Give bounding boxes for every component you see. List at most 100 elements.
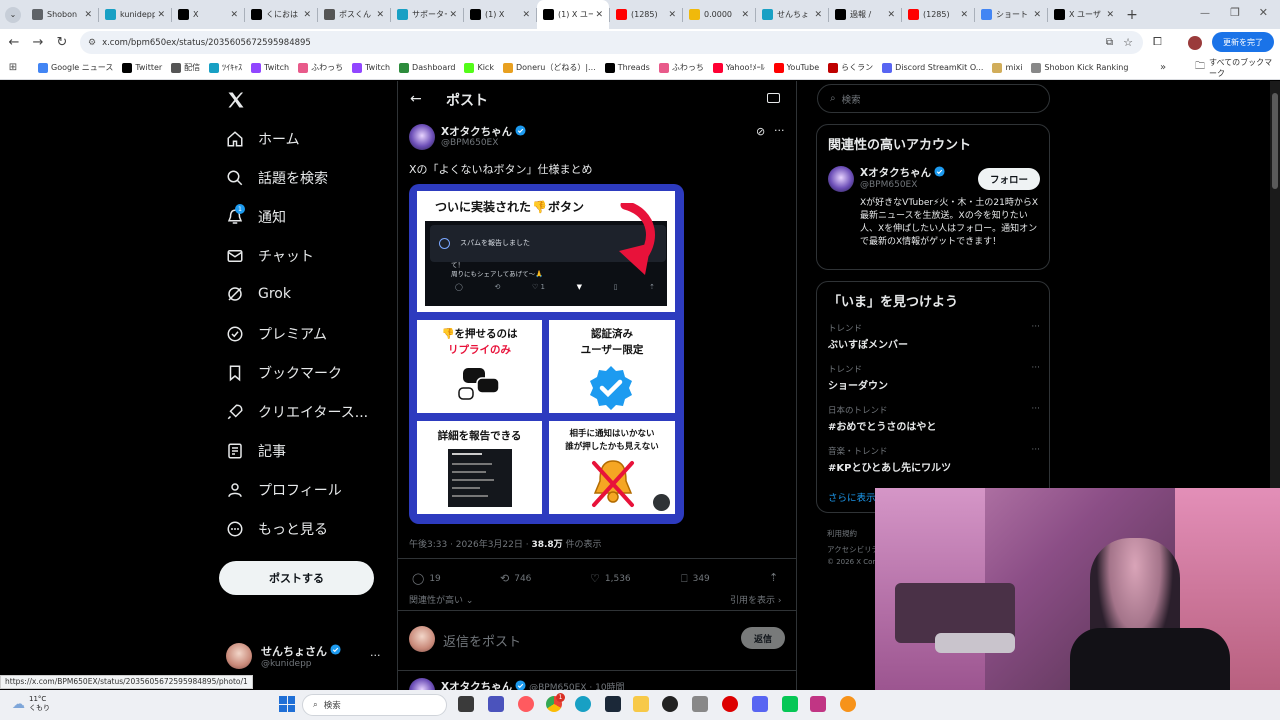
teams-icon[interactable] (488, 696, 504, 712)
apps-icon[interactable]: ⊞ (0, 62, 26, 73)
bookmark-item[interactable]: Google ニュース (38, 62, 113, 73)
browser-tab[interactable]: 過報 / ✕ (829, 0, 901, 29)
trend-item[interactable]: 音楽・トレンド #KPとひとあし先にワルツ ··· (828, 445, 1040, 474)
reader-mode-icon[interactable] (767, 93, 780, 103)
quote-link[interactable]: 引用を表示 › (730, 593, 781, 606)
reply-button[interactable]: 返信 (741, 627, 785, 649)
close-tab-icon[interactable]: ✕ (1106, 10, 1114, 20)
more-icon[interactable]: ··· (1031, 445, 1040, 455)
alt-text-icon[interactable] (653, 494, 670, 511)
nav-item[interactable]: クリエイタース... (226, 402, 368, 422)
maximize-icon[interactable]: ❐ (1230, 6, 1240, 19)
app-icon[interactable] (575, 696, 591, 712)
obs-icon[interactable] (662, 696, 678, 712)
more-icon[interactable]: ··· (1031, 322, 1040, 332)
nav-item[interactable]: ホーム (226, 129, 300, 149)
task-view-icon[interactable] (458, 696, 474, 712)
x-logo-icon[interactable] (226, 90, 246, 110)
forward-button[interactable]: → (26, 35, 50, 50)
nav-item[interactable]: プロフィール (226, 480, 342, 500)
footer-terms[interactable]: 利用規約 (827, 528, 857, 539)
bookmark-item[interactable]: Twitch (352, 62, 390, 73)
grok-icon[interactable]: ⊘ (756, 125, 765, 138)
nav-item[interactable]: Grok (226, 285, 291, 303)
repost-action[interactable]: ⟲ 746 (500, 572, 531, 585)
share-icon[interactable]: ⇡ (769, 571, 778, 584)
bookmark-item[interactable]: Doneru（どねる）|... (502, 62, 596, 73)
browser-tab[interactable]: サポーター✕ (391, 0, 463, 29)
bookmark-item[interactable]: Twitch (251, 62, 289, 73)
search-input[interactable]: 検索 (842, 92, 861, 106)
bookmark-item[interactable]: Twitter (122, 62, 162, 73)
more-icon[interactable]: ··· (1031, 404, 1040, 414)
bookmark-item[interactable]: mixi (992, 62, 1022, 73)
post-button[interactable]: ポストする (219, 561, 374, 595)
bookmark-item[interactable]: Kick (464, 62, 494, 73)
url-field[interactable]: ⚙ x.com/bpm650ex/status/2035605672595984… (80, 31, 1143, 54)
nav-item[interactable]: 記事 (226, 441, 286, 461)
post-timestamp[interactable]: 午後3:33 · 2026年3月22日 · (409, 540, 531, 550)
reload-button[interactable]: ↻ (50, 35, 74, 50)
close-tab-icon[interactable]: ✕ (1033, 10, 1041, 20)
windows-start-icon[interactable] (279, 696, 295, 712)
author-avatar[interactable] (828, 166, 854, 192)
profile-avatar[interactable] (1188, 36, 1202, 50)
author-name[interactable]: Xオタクちゃん (441, 124, 512, 139)
steam-icon[interactable] (605, 696, 621, 712)
bookmark-item[interactable]: Threads (604, 62, 650, 73)
close-tab-icon[interactable]: ✕ (814, 10, 822, 20)
trend-item[interactable]: 日本のトレンド #おめでとうさのはやと ··· (828, 404, 1040, 433)
close-tab-icon[interactable]: ✕ (595, 10, 603, 20)
reply-input[interactable]: 返信をポスト (443, 631, 521, 650)
show-more-link[interactable]: さらに表示 (828, 490, 876, 504)
all-bookmarks[interactable]: 🗀 すべてのブックマーク (1195, 57, 1280, 79)
browser-tab[interactable]: 0.0000 ✕ (683, 0, 755, 29)
close-tab-icon[interactable]: ✕ (84, 10, 92, 20)
bookmark-item[interactable]: YouTube (773, 62, 819, 73)
follow-button[interactable]: フォロー (978, 168, 1040, 190)
record-icon[interactable] (722, 696, 738, 712)
close-tab-icon[interactable]: ✕ (522, 10, 530, 20)
app-icon[interactable] (692, 696, 708, 712)
weather-widget[interactable]: ☁ 11°C くもり (12, 695, 50, 713)
trend-item[interactable]: トレンド ぶいすぽメンバー ··· (828, 322, 1040, 351)
browser-tab[interactable]: (1285) ✕ (902, 0, 974, 29)
related-name[interactable]: Xオタクちゃん (860, 165, 931, 180)
folder-icon[interactable] (633, 696, 649, 712)
line-icon[interactable] (782, 696, 798, 712)
post-image[interactable]: ついに実装された 👎 ボタン スパムを報告しました て！ 周りにもシェアしてあげ… (409, 184, 684, 524)
search-box[interactable]: ⌕ 検索 (817, 84, 1050, 113)
browser-tab[interactable]: (1285) ✕ (610, 0, 682, 29)
author-avatar[interactable] (409, 678, 435, 690)
back-button[interactable]: ← (2, 35, 26, 50)
author-handle[interactable]: @BPM650EX (441, 138, 498, 148)
more-icon[interactable]: ··· (1031, 363, 1040, 373)
extensions-icon[interactable]: ⧠ (1153, 35, 1162, 49)
nav-item[interactable]: ブックマーク (226, 363, 342, 383)
author-avatar[interactable] (409, 124, 435, 150)
browser-tab[interactable]: (1) X ✕ (464, 0, 536, 29)
install-app-icon[interactable]: ⧉ (1106, 37, 1113, 48)
nav-item[interactable]: もっと見る (226, 519, 328, 539)
browser-tab[interactable]: ショート ✕ (975, 0, 1047, 29)
bookmark-item[interactable]: ふわっち (298, 62, 343, 73)
discord-icon[interactable] (752, 696, 768, 712)
minimize-icon[interactable]: — (1200, 8, 1210, 19)
bookmark-item[interactable]: Discord StreamKit O... (882, 62, 983, 73)
nav-item[interactable]: 話題を検索 (226, 168, 328, 188)
browser-tab[interactable]: せんちょ ✕ (756, 0, 828, 29)
browser-tab[interactable]: ポスくん ✕ (318, 0, 390, 29)
close-tab-icon[interactable]: ✕ (741, 10, 749, 20)
close-tab-icon[interactable]: ✕ (230, 10, 238, 20)
like-action[interactable]: ♡ 1,536 (590, 572, 631, 585)
close-tab-icon[interactable]: ✕ (887, 10, 895, 20)
back-arrow-icon[interactable]: ← (410, 91, 422, 107)
app-icon[interactable] (840, 696, 856, 712)
browser-tab[interactable]: X ✕ (172, 0, 244, 29)
close-tab-icon[interactable]: ✕ (303, 10, 311, 20)
bookmark-item[interactable]: 配信 (171, 62, 200, 73)
browser-tab[interactable]: くにおは ✕ (245, 0, 317, 29)
account-switcher[interactable]: せんちょさん @kunidepp ··· (226, 643, 381, 669)
bookmark-star-icon[interactable]: ☆ (1123, 36, 1133, 49)
close-window-icon[interactable]: ✕ (1259, 6, 1268, 19)
